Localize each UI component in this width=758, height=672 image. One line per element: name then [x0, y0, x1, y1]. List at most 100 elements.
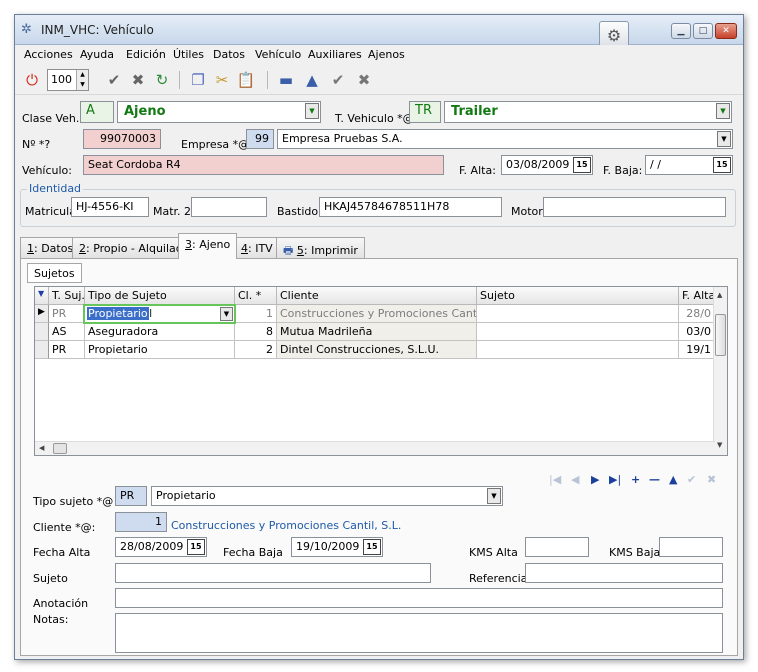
cell-sujeto[interactable] — [477, 323, 679, 341]
nav-next-icon[interactable]: ▶ — [591, 473, 599, 486]
nav-last-icon[interactable]: ▶| — [609, 473, 621, 486]
menu-datos[interactable]: Datos — [213, 48, 245, 61]
cell-sujeto[interactable] — [477, 341, 679, 359]
anotacion-field[interactable] — [115, 588, 723, 608]
zoom-stepper[interactable]: 100 ▲ ▼ — [47, 69, 89, 91]
col-tipo[interactable]: Tipo de Sujeto — [85, 287, 235, 305]
scroll-thumb[interactable] — [715, 314, 726, 356]
menu-acciones[interactable]: Acciones — [24, 48, 73, 61]
clase-select[interactable]: Ajeno ▼ — [117, 101, 321, 123]
bastidor-field[interactable]: HKAJ45784678511H78 — [319, 197, 502, 217]
paste-icon[interactable]: 📋 — [235, 69, 257, 91]
notas-field[interactable] — [115, 613, 723, 653]
col-sujeto[interactable]: Sujeto — [477, 287, 679, 305]
empresa-select[interactable]: Empresa Pruebas S.A. ▼ — [277, 129, 733, 149]
grid-sort-icon[interactable]: ▼ — [35, 287, 49, 305]
cut-icon[interactable]: ✂ — [211, 69, 233, 91]
chevron-down-icon[interactable]: ▼ — [717, 131, 731, 147]
calendar-icon[interactable]: 15 — [363, 539, 381, 555]
fecha-baja-field[interactable]: 19/10/2009 15 — [291, 537, 383, 557]
matricula-field[interactable]: HJ-4556-KI — [71, 197, 149, 217]
tab-imprimir[interactable]: 🖶 5: Imprimir — [276, 237, 365, 258]
falta-field[interactable]: 03/08/2009 15 — [501, 155, 593, 175]
col-cliente[interactable]: Cliente — [277, 287, 477, 305]
col-tsuj[interactable]: T. Suj. — [49, 287, 85, 305]
tvehiculo-code-field[interactable]: TR — [409, 101, 441, 123]
tab-ajeno[interactable]: 3: Ajeno — [178, 233, 238, 259]
nav-cancel-icon[interactable]: ✖ — [707, 473, 716, 486]
chevron-down-icon[interactable]: ▼ — [487, 488, 501, 504]
cell-cliente[interactable]: Mutua Madrileña — [277, 323, 477, 341]
up-arrow-icon[interactable]: ▲ — [301, 69, 323, 91]
nav-delete-icon[interactable]: — — [649, 473, 660, 486]
nav-add-icon[interactable]: + — [631, 473, 640, 486]
kms-baja-field[interactable] — [659, 537, 723, 557]
maximize-button[interactable]: □ — [693, 23, 713, 39]
minus-icon[interactable]: ▬ — [275, 69, 297, 91]
copy-icon[interactable]: ❐ — [187, 69, 209, 91]
tvehiculo-select[interactable]: Trailer ▼ — [444, 101, 732, 123]
cell-falta[interactable]: 19/1 — [679, 341, 715, 359]
chevron-down-icon[interactable]: ▼ — [305, 103, 319, 119]
hscroll-thumb[interactable] — [53, 443, 67, 454]
check-icon[interactable]: ✔ — [327, 69, 349, 91]
broom-icon[interactable]: ✔ — [103, 69, 125, 91]
nav-edit-icon[interactable]: ▲ — [669, 473, 677, 486]
scroll-left-icon[interactable]: ◀ — [39, 444, 44, 452]
refresh-icon[interactable]: ↻ — [151, 69, 173, 91]
cell-cl[interactable]: 8 — [235, 323, 277, 341]
nav-prev-icon[interactable]: ◀ — [571, 473, 579, 486]
grid-vscrollbar[interactable]: ▲ ▼ — [713, 287, 727, 455]
empresa-code-field[interactable]: 99 — [246, 129, 274, 149]
chevron-down-icon[interactable]: ▼ — [220, 307, 233, 321]
numero-field[interactable]: 99070003 — [83, 129, 161, 149]
kms-alta-field[interactable] — [525, 537, 589, 557]
cell-tsuj[interactable]: PR — [49, 341, 85, 359]
nav-first-icon[interactable]: |◀ — [549, 473, 561, 486]
tab-itv[interactable]: 4: ITV — [234, 237, 280, 258]
cell-tipo[interactable]: Aseguradora — [85, 323, 235, 341]
power-icon[interactable]: ⏻ — [21, 69, 43, 91]
cell-tipo[interactable]: Propietario — [85, 341, 235, 359]
calendar-icon[interactable]: 15 — [713, 157, 731, 173]
delete-broom-icon[interactable]: ✖ — [127, 69, 149, 91]
cell-cliente[interactable]: Dintel Construcciones, S.L.U. — [277, 341, 477, 359]
cell-cliente[interactable]: Construcciones y Promociones Cantil, S.L… — [277, 305, 477, 323]
scroll-down-icon[interactable]: ▼ — [717, 441, 722, 449]
menu-edicion[interactable]: Edición — [126, 48, 166, 61]
cell-falta[interactable]: 03/0 — [679, 323, 715, 341]
col-cl[interactable]: Cl. * — [235, 287, 277, 305]
subtab-sujetos[interactable]: Sujetos — [27, 263, 82, 283]
cell-falta[interactable]: 28/0 — [679, 305, 715, 323]
tipo-cell-editor[interactable]: Propietario I ▼ — [83, 304, 236, 324]
minimize-button[interactable]: ▁ — [671, 23, 691, 39]
clase-code-field[interactable]: A — [80, 101, 114, 123]
menu-vehiculo[interactable]: Vehículo — [255, 48, 301, 61]
referencia-field[interactable] — [525, 563, 723, 583]
fbaja-field[interactable]: / / 15 — [645, 155, 733, 175]
tipo-sujeto-code-field[interactable]: PR — [115, 486, 147, 506]
chevron-down-icon[interactable]: ▼ — [716, 103, 730, 119]
cell-tsuj[interactable]: AS — [49, 323, 85, 341]
stepper-arrows-icon[interactable]: ▲ ▼ — [76, 70, 88, 90]
fecha-alta-field[interactable]: 28/08/2009 15 — [115, 537, 207, 557]
menu-ajenos[interactable]: Ajenos — [368, 48, 405, 61]
cell-tsuj[interactable]: PR — [49, 305, 85, 323]
close-button[interactable]: ✕ — [715, 23, 737, 39]
row-indicator-icon[interactable]: ▶ — [35, 305, 49, 323]
menu-auxiliares[interactable]: Auxiliares — [308, 48, 362, 61]
cancel-icon[interactable]: ✖ — [353, 69, 375, 91]
matr2-field[interactable] — [191, 197, 267, 217]
cell-cl[interactable]: 1 — [235, 305, 277, 323]
nav-post-icon[interactable]: ✔ — [687, 473, 696, 486]
scroll-up-icon[interactable]: ▲ — [717, 291, 722, 299]
grid-hscrollbar[interactable]: ◀ — [35, 441, 715, 455]
tipo-sujeto-select[interactable]: Propietario ▼ — [151, 486, 503, 506]
cliente-code-field[interactable]: 1 — [115, 512, 167, 532]
menu-utiles[interactable]: Útiles — [173, 48, 204, 61]
sujeto-field[interactable] — [115, 563, 431, 583]
calendar-icon[interactable]: 15 — [187, 539, 205, 555]
vehiculo-field[interactable]: Seat Cordoba R4 — [83, 155, 444, 175]
cell-cl[interactable]: 2 — [235, 341, 277, 359]
motor-field[interactable] — [543, 197, 726, 217]
